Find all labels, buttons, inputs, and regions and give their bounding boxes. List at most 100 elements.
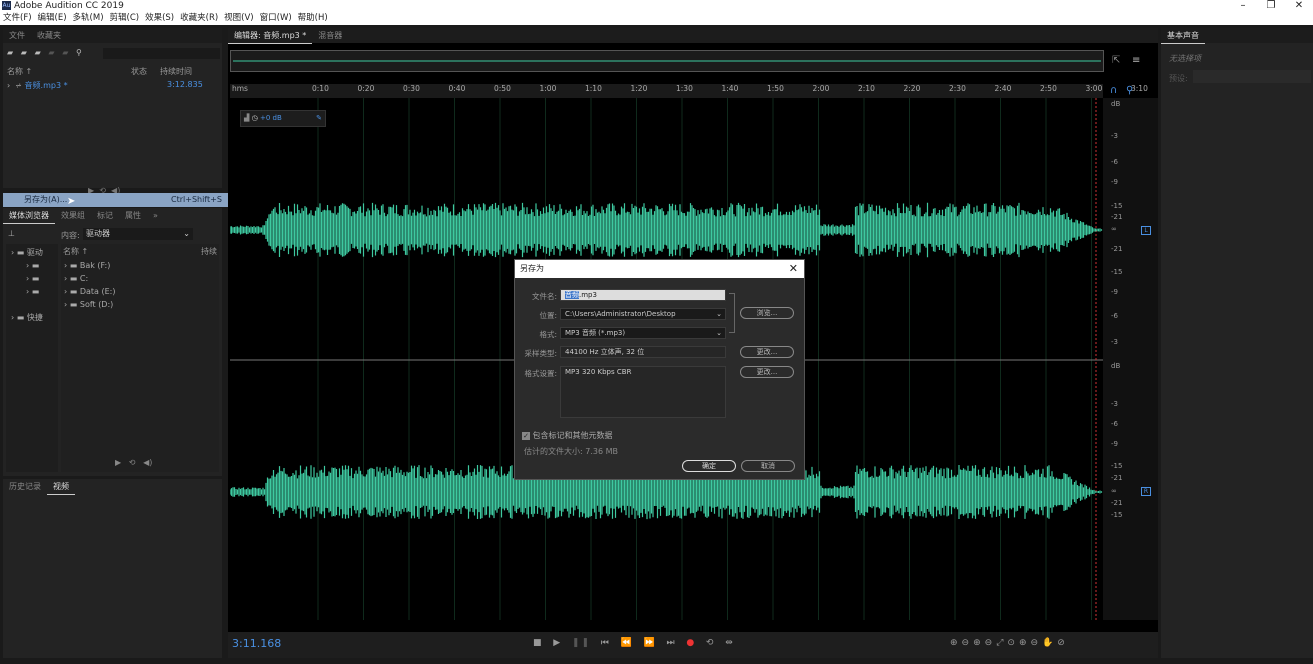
menu-file[interactable]: 文件(F)	[0, 12, 35, 25]
record-icon[interactable]: ●	[686, 638, 696, 648]
menu-multitrack[interactable]: 多轨(M)	[70, 12, 107, 25]
go-start-icon[interactable]: ⏮	[601, 638, 611, 648]
menu-help[interactable]: 帮助(H)	[295, 12, 331, 25]
current-time[interactable]: 3:11.168	[232, 637, 281, 650]
estimated-size: 估计的文件大小: 7.36 MB	[524, 447, 618, 456]
files-search-input[interactable]	[103, 48, 220, 59]
hud-gain[interactable]: ▟ ◷ +0 dB ✎	[240, 110, 326, 127]
zoom-out-time-icon[interactable]: ⊖	[985, 638, 997, 648]
tab-history[interactable]: 历史记录	[3, 479, 47, 494]
location-select[interactable]: C:\Users\Administrator\Desktop ⌄	[560, 308, 726, 320]
zoom-selection-icon[interactable]: ⊙	[1007, 638, 1019, 648]
maximize-button[interactable]: ❐	[1257, 0, 1285, 12]
change-sample-button[interactable]: 更改...	[740, 346, 794, 358]
menu-view[interactable]: 视图(V)	[221, 12, 256, 25]
tree-item[interactable]: › ▬ 驱动	[11, 247, 43, 258]
drives-col-duration[interactable]: 持续	[201, 246, 217, 257]
drive-item[interactable]: › ▬ Bak (F:)	[64, 261, 110, 270]
channel-left-button[interactable]: L	[1141, 226, 1151, 235]
loop-icon[interactable]: ⟲	[129, 458, 136, 467]
time-ruler[interactable]: hms 0:10 0:20 0:30 0:40 0:50 1:00 1:10 1:20 1:30 1…	[230, 84, 1148, 98]
snap-icon[interactable]: ∩	[1110, 85, 1117, 96]
play-icon[interactable]: ▶	[115, 458, 121, 467]
ruler-tick: 3:00	[1085, 84, 1103, 93]
rewind-icon[interactable]: ⏪	[621, 638, 634, 648]
drive-item[interactable]: › ▬ Soft (D:)	[64, 300, 113, 309]
menu-effects[interactable]: 效果(S)	[142, 12, 177, 25]
tab-video[interactable]: 视频	[47, 479, 75, 495]
ok-button[interactable]: 确定	[682, 460, 736, 472]
tree-item[interactable]: › ▬	[26, 287, 39, 296]
stop-icon[interactable]: ■	[533, 638, 544, 648]
zoom-out-icon[interactable]: ⊖	[1030, 638, 1042, 648]
content-select[interactable]: 驱动器 ⌄	[83, 228, 193, 240]
tree-item[interactable]: › ▬	[26, 274, 39, 283]
zoom-out-amplitude-icon[interactable]: ⊖	[962, 638, 974, 648]
play-icon[interactable]: ▶	[553, 638, 562, 648]
col-status[interactable]: 状态	[131, 66, 147, 77]
tab-properties[interactable]: 属性	[119, 208, 147, 223]
tree-item[interactable]: › ▬ 快捷	[11, 312, 43, 323]
close-button[interactable]: ✕	[1285, 0, 1313, 12]
minimize-button[interactable]: –	[1229, 0, 1257, 12]
tab-mixer[interactable]: 混音器	[312, 28, 348, 43]
menu-window[interactable]: 窗口(W)	[257, 12, 295, 25]
drive-item[interactable]: › ▬ Data (E:)	[64, 287, 116, 296]
menu-clip[interactable]: 剪辑(C)	[107, 12, 143, 25]
menu-favorites[interactable]: 收藏夹(R)	[177, 12, 221, 25]
tab-media-browser[interactable]: 媒体浏览器	[3, 208, 55, 224]
fast-forward-icon[interactable]: ⏩	[644, 638, 657, 648]
tree-item[interactable]: › ▬	[26, 261, 39, 270]
delete-icon[interactable]: ▰	[62, 48, 68, 57]
gain-knob-icon[interactable]: ◷	[252, 114, 258, 122]
include-metadata-checkbox[interactable]: ✓ 包含标记和其他元数据	[522, 430, 613, 441]
col-duration[interactable]: 持续时间	[160, 66, 192, 77]
zoom-full-icon[interactable]: ⤢	[996, 638, 1007, 648]
volume-icon[interactable]: ◀)	[143, 458, 152, 467]
media-toolbar-icon[interactable]: ⊥	[8, 229, 15, 238]
file-row[interactable]: › ⩫ 音频.mp3 *	[7, 80, 68, 91]
pause-icon[interactable]: ❚❚	[572, 638, 591, 648]
drives-col-name[interactable]: 名称 ↑	[63, 246, 88, 257]
tab-files[interactable]: 文件	[3, 28, 31, 43]
zoom-reset-icon[interactable]: ⊘	[1057, 638, 1069, 648]
cancel-button[interactable]: 取消	[741, 460, 795, 472]
marker-pin-icon[interactable]: ⚲	[1126, 85, 1133, 96]
open-folder-icon[interactable]: ▰	[7, 48, 13, 57]
skip-icon[interactable]: ⇹	[725, 638, 735, 648]
zoom-in-icon[interactable]: ⊕	[1019, 638, 1031, 648]
expand-icon[interactable]: ›	[7, 81, 10, 90]
hand-icon[interactable]: ✋	[1042, 638, 1057, 648]
drive-item[interactable]: › ▬ C:	[64, 274, 88, 283]
zoom-out-full-icon[interactable]: ⇱	[1112, 55, 1120, 66]
tab-favorites[interactable]: 收藏夹	[31, 28, 67, 43]
more-tabs-icon[interactable]: »	[147, 208, 164, 223]
loop-icon[interactable]: ⟲	[706, 638, 716, 648]
col-name[interactable]: 名称 ↑	[7, 66, 32, 77]
go-end-icon[interactable]: ⏭	[666, 638, 676, 648]
tab-essential-sound[interactable]: 基本声音	[1161, 28, 1205, 44]
save-icon[interactable]: ▰	[48, 48, 54, 57]
context-menu-save-as[interactable]: 另存为(A)... Ctrl+Shift+S ➤	[3, 193, 232, 207]
change-format-button[interactable]: 更改...	[740, 366, 794, 378]
ruler-tick: 1:50	[767, 84, 784, 93]
new-file-icon[interactable]: ▰	[35, 48, 41, 57]
filename-input[interactable]: 音频.mp3	[560, 289, 726, 301]
pin-icon[interactable]: ✎	[316, 111, 322, 126]
search-icon[interactable]: ⚲	[76, 48, 82, 57]
tab-effects-group[interactable]: 效果组	[55, 208, 91, 223]
tab-markers[interactable]: 标记	[91, 208, 119, 223]
import-icon[interactable]: ▰	[21, 48, 27, 57]
format-select[interactable]: MP3 音频 (*.mp3) ⌄	[560, 327, 726, 339]
tab-editor[interactable]: 编辑器: 音频.mp3 *	[228, 28, 313, 44]
checkbox-checked-icon[interactable]: ✓	[522, 432, 530, 440]
zoom-in-amplitude-icon[interactable]: ⊕	[950, 638, 962, 648]
browse-button[interactable]: 浏览...	[740, 307, 794, 319]
preset-select[interactable]	[1193, 70, 1311, 83]
menu-edit[interactable]: 编辑(E)	[35, 12, 70, 25]
waveform-overview[interactable]	[230, 50, 1104, 72]
zoom-in-time-icon[interactable]: ⊕	[973, 638, 985, 648]
channel-right-button[interactable]: R	[1141, 487, 1151, 496]
dialog-close-icon[interactable]: ✕	[789, 260, 798, 278]
overview-menu-icon[interactable]: ≡	[1132, 55, 1140, 66]
